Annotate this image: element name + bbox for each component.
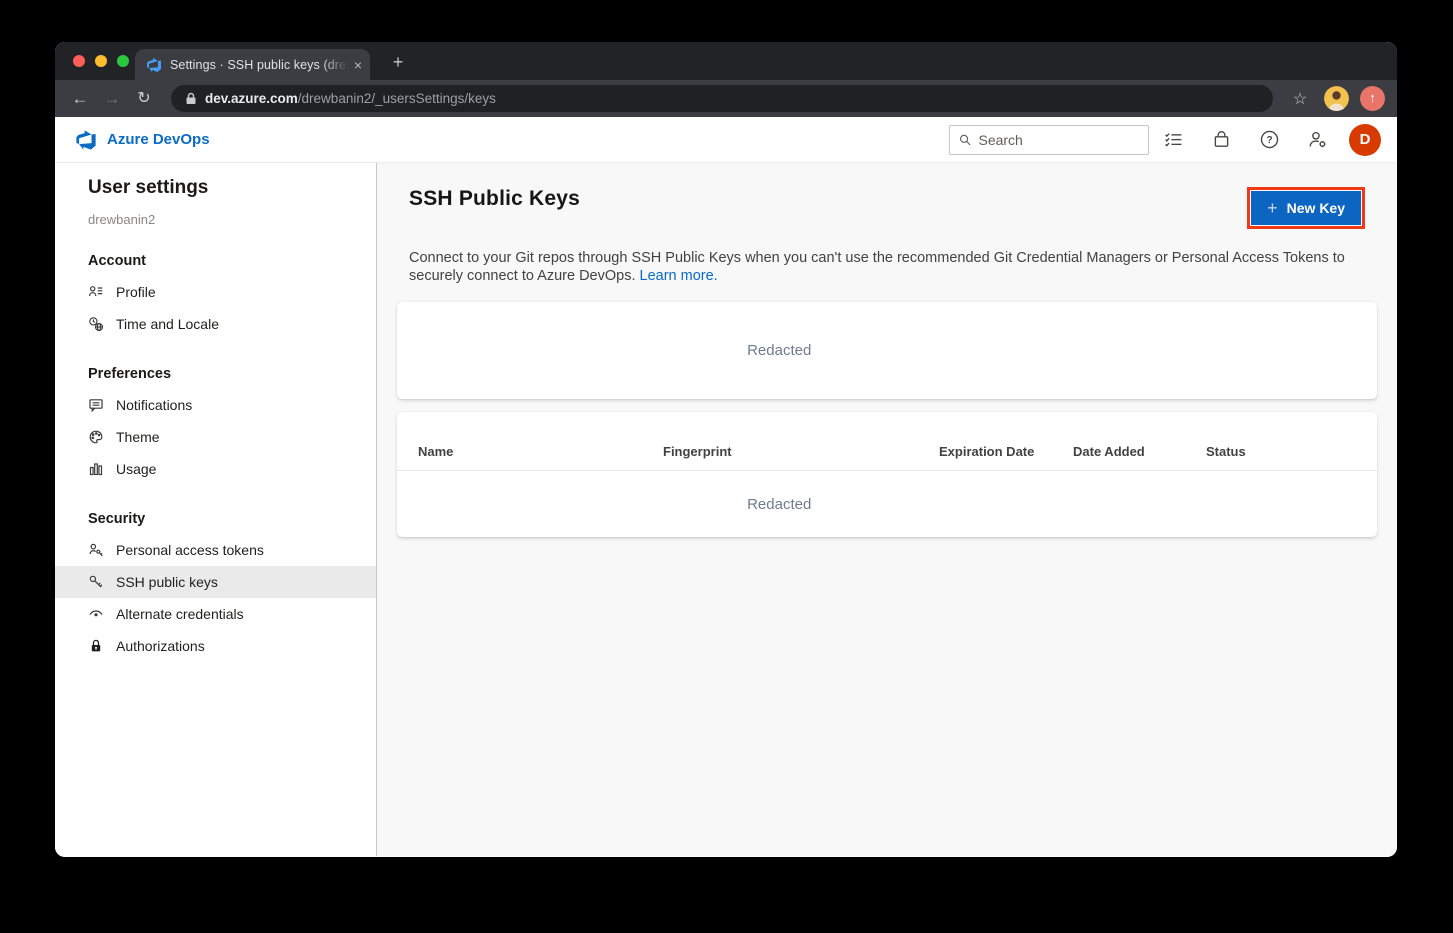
- table-header-row: Name Fingerprint Expiration Date Date Ad…: [397, 412, 1377, 471]
- sidebar-item-theme[interactable]: Theme: [55, 421, 376, 453]
- column-header-date-added: Date Added: [1073, 444, 1206, 459]
- sidebar-item-label: Time and Locale: [116, 316, 219, 332]
- column-header-expiration-date: Expiration Date: [939, 444, 1073, 459]
- bar-chart-icon: [88, 461, 104, 477]
- sidebar-item-notifications[interactable]: Notifications: [55, 389, 376, 421]
- search-box[interactable]: [949, 125, 1149, 155]
- sidebar-item-alternate-credentials[interactable]: Alternate credentials: [55, 598, 376, 630]
- back-icon[interactable]: ←: [67, 86, 93, 112]
- settings-sidebar: User settings drewbanin2 Account Profile…: [55, 163, 377, 856]
- marketplace-bag-icon[interactable]: [1197, 117, 1245, 163]
- help-icon[interactable]: ?: [1245, 117, 1293, 163]
- sidebar-item-label: Personal access tokens: [116, 542, 264, 558]
- sidebar-item-label: Theme: [116, 429, 160, 445]
- redacted-placeholder: Redacted: [397, 496, 1161, 513]
- page-title: SSH Public Keys: [409, 187, 580, 211]
- section-heading-account: Account: [88, 253, 376, 269]
- plus-icon: +: [1267, 199, 1278, 217]
- sidebar-item-label: Notifications: [116, 397, 192, 413]
- palette-icon: [88, 429, 104, 445]
- window-maximize-button[interactable]: [117, 55, 129, 67]
- sidebar-item-time-locale[interactable]: Time and Locale: [55, 308, 376, 340]
- sidebar-item-label: SSH public keys: [116, 574, 218, 590]
- header-actions: ? D: [949, 117, 1381, 163]
- browser-profile-avatar[interactable]: [1324, 86, 1349, 111]
- section-heading-security: Security: [88, 511, 376, 527]
- user-avatar[interactable]: D: [1349, 124, 1381, 156]
- annotation-highlight: + New Key: [1247, 187, 1365, 229]
- address-bar[interactable]: dev.azure.com/drewbanin2/_usersSettings/…: [171, 85, 1273, 112]
- sidebar-username: drewbanin2: [88, 212, 376, 227]
- sidebar-item-usage[interactable]: Usage: [55, 453, 376, 485]
- url-path: /drewbanin2/_usersSettings/keys: [298, 91, 496, 106]
- url-text: dev.azure.com/drewbanin2/_usersSettings/…: [205, 91, 496, 106]
- search-input[interactable]: [978, 132, 1139, 148]
- sidebar-title: User settings: [88, 177, 376, 199]
- user-settings-icon[interactable]: [1293, 117, 1341, 163]
- sidebar-item-label: Authorizations: [116, 638, 205, 654]
- sidebar-item-ssh-public-keys[interactable]: SSH public keys: [55, 566, 376, 598]
- sidebar-item-label: Usage: [116, 461, 156, 477]
- reload-icon[interactable]: ↻: [131, 86, 157, 112]
- sidebar-item-authorizations[interactable]: Authorizations: [55, 630, 376, 662]
- main-content: SSH Public Keys + New Key Connect to you…: [377, 163, 1397, 856]
- new-tab-button[interactable]: +: [385, 50, 411, 76]
- url-domain: dev.azure.com: [205, 91, 298, 106]
- sidebar-item-profile[interactable]: Profile: [55, 276, 376, 308]
- learn-more-link[interactable]: Learn more.: [640, 268, 718, 284]
- globe-clock-icon: [88, 316, 104, 332]
- window-close-button[interactable]: [73, 55, 85, 67]
- task-list-icon[interactable]: [1149, 117, 1197, 163]
- search-icon: [959, 133, 971, 147]
- brand-title: Azure DevOps: [107, 131, 210, 148]
- app-header: Azure DevOps: [55, 117, 1397, 163]
- bookmark-star-icon[interactable]: ☆: [1287, 89, 1313, 109]
- key-icon: [88, 574, 104, 590]
- table-row: Redacted: [397, 471, 1377, 537]
- tab-close-icon[interactable]: ×: [354, 57, 362, 73]
- person-key-icon: [88, 542, 104, 558]
- tab-strip: Settings · SSH public keys (dre × +: [55, 42, 1397, 80]
- window-minimize-button[interactable]: [95, 55, 107, 67]
- sidebar-item-label: Alternate credentials: [116, 606, 244, 622]
- browser-update-icon[interactable]: ↑: [1360, 86, 1385, 111]
- ssh-keys-table: Name Fingerprint Expiration Date Date Ad…: [397, 412, 1377, 537]
- svg-text:?: ?: [1266, 135, 1272, 146]
- profile-photo: [1324, 86, 1349, 111]
- azure-devops-logo-icon: [75, 129, 97, 151]
- profile-icon: [88, 284, 104, 300]
- azure-devops-favicon: [146, 57, 162, 73]
- browser-tab[interactable]: Settings · SSH public keys (dre ×: [135, 49, 370, 80]
- lock-icon: [185, 92, 197, 105]
- sidebar-item-personal-access-tokens[interactable]: Personal access tokens: [55, 534, 376, 566]
- column-header-name: Name: [418, 444, 663, 459]
- column-header-status: Status: [1206, 444, 1377, 459]
- lock-icon: [88, 638, 104, 654]
- ssh-key-card: Redacted: [397, 302, 1377, 399]
- column-header-fingerprint: Fingerprint: [663, 444, 939, 459]
- description-text: Connect to your Git repos through SSH Pu…: [409, 250, 1345, 284]
- azure-devops-brand[interactable]: Azure DevOps: [75, 129, 210, 151]
- new-key-label: New Key: [1287, 200, 1345, 216]
- eye-icon: [88, 606, 104, 622]
- traffic-lights: [73, 55, 129, 67]
- browser-window: Settings · SSH public keys (dre × + ← → …: [55, 42, 1397, 857]
- forward-icon[interactable]: →: [99, 86, 125, 112]
- sidebar-item-label: Profile: [116, 284, 156, 300]
- section-heading-preferences: Preferences: [88, 366, 376, 382]
- new-key-button[interactable]: + New Key: [1251, 191, 1361, 225]
- tab-title: Settings · SSH public keys (dre: [170, 58, 348, 72]
- redacted-placeholder: Redacted: [397, 342, 1161, 359]
- page-description: Connect to your Git repos through SSH Pu…: [409, 250, 1354, 285]
- browser-toolbar: ← → ↻ dev.azure.com/drewbanin2/_usersSet…: [55, 80, 1397, 117]
- comment-icon: [88, 397, 104, 413]
